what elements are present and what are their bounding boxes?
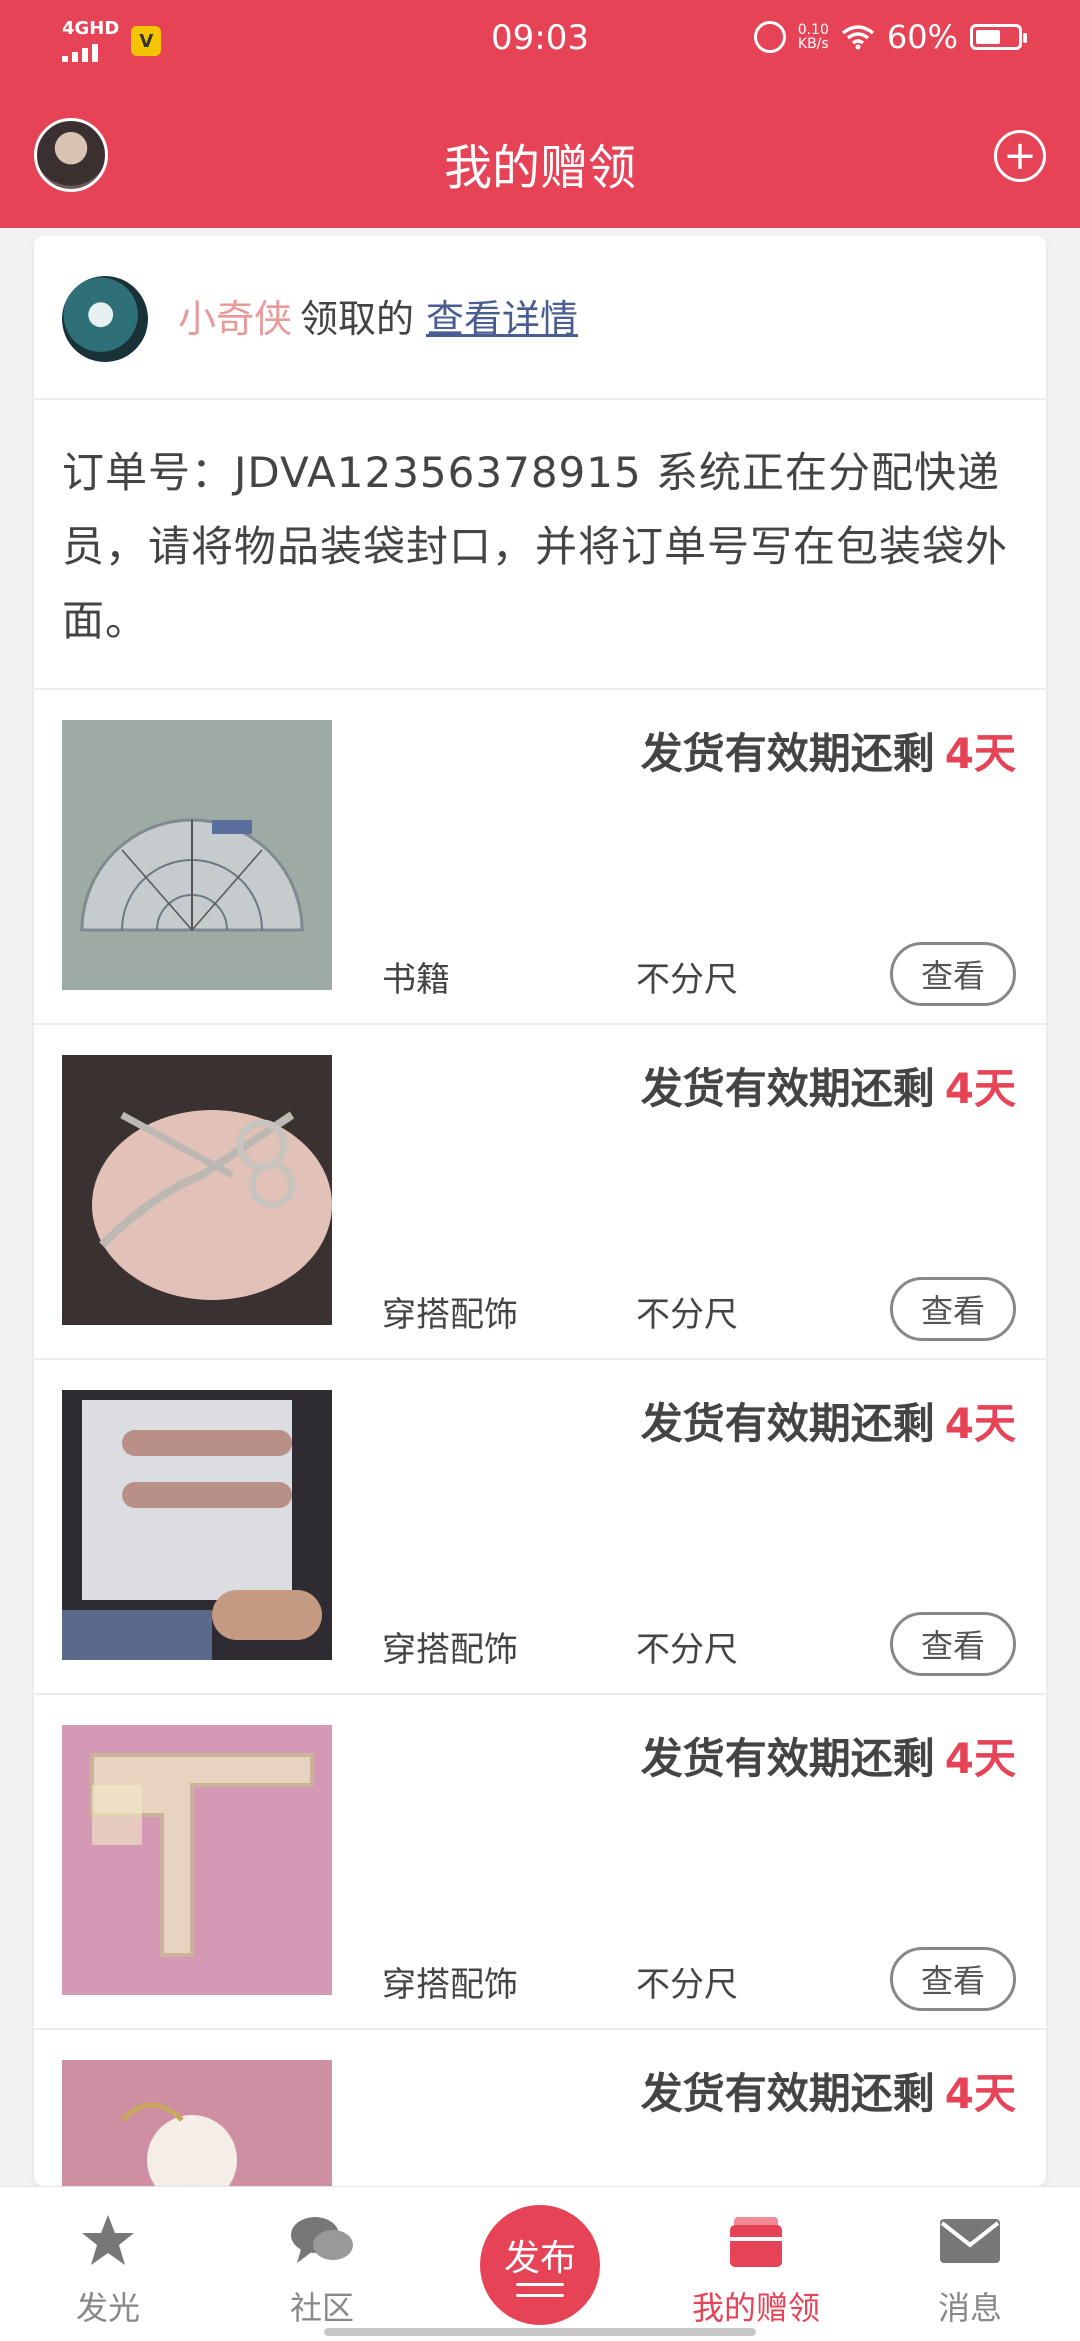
gift-cards-icon: [730, 2217, 782, 2267]
deadline-days: 4天: [944, 1734, 1016, 1783]
item-category: 书籍: [382, 960, 450, 1000]
plus-icon: +: [1003, 133, 1037, 179]
view-button[interactable]: 查看: [890, 942, 1016, 1006]
tab-glow[interactable]: 发光: [8, 2187, 208, 2341]
add-button[interactable]: +: [994, 130, 1046, 182]
envelope-icon: [940, 2219, 1000, 2263]
chat-bubbles-icon: [291, 2217, 353, 2263]
list-item[interactable]: 发货有效期还剩 4天 穿搭配饰 不分尺 查看: [34, 1025, 1046, 1360]
status-bar: 4GHD V 09:03 0.10 KB/s 60%: [0, 0, 1080, 84]
deadline-label: 发货有效期还剩: [640, 1399, 935, 1448]
protractor-image: [62, 720, 332, 990]
home-indicator[interactable]: [324, 2328, 756, 2336]
alarm-icon: [753, 21, 786, 53]
tab-messages[interactable]: 消息: [870, 2187, 1070, 2341]
ship-deadline: 发货有效期还剩 4天: [641, 1390, 1016, 1451]
tab-glow-label: 发光: [75, 2289, 140, 2327]
order-notice: 订单号：JDVA12356378915 系统正在分配快递员，请将物品装袋封口，并…: [34, 400, 1046, 690]
publish-button[interactable]: 发布: [480, 2205, 600, 2325]
ship-deadline: 发货有效期还剩 4天: [641, 720, 1016, 781]
item-size: 不分尺: [636, 1965, 738, 2005]
deadline-label: 发货有效期还剩: [640, 2069, 935, 2118]
network-speed: 0.10 KB/s: [798, 23, 829, 51]
claimer-row: 小奇侠 领取的 查看详情: [34, 236, 1046, 400]
page-title: 我的赠领: [443, 140, 636, 196]
speed-unit: KB/s: [797, 36, 829, 52]
claw-clip-image: [62, 1725, 332, 1995]
item-thumbnail[interactable]: [62, 720, 332, 990]
item-category: 穿搭配饰: [382, 1295, 518, 1335]
tab-my-gifts-label: 我的赠领: [691, 2289, 820, 2327]
battery-percent: 60%: [886, 18, 958, 56]
view-detail-link[interactable]: 查看详情: [426, 297, 578, 341]
top-bar: 4GHD V 09:03 0.10 KB/s 60% 我的赠领 +: [0, 0, 1080, 228]
list-item[interactable]: 发货有效期还剩 4天 书籍 不分尺 查看: [34, 690, 1046, 1025]
claimer-avatar[interactable]: [62, 276, 148, 362]
item-thumbnail[interactable]: [62, 2060, 332, 2186]
hairclip-image: [62, 1390, 332, 1660]
item-size: 不分尺: [636, 960, 738, 1000]
claim-action-text: 领取的: [300, 297, 415, 341]
list-item[interactable]: 发货有效期还剩 4天: [34, 2030, 1046, 2186]
tab-messages-label: 消息: [937, 2289, 1002, 2327]
deadline-days: 4天: [944, 1399, 1016, 1448]
battery-icon: [970, 24, 1027, 50]
publish-label: 发布: [503, 2238, 576, 2279]
deadline-days: 4天: [944, 2069, 1016, 2118]
deadline-label: 发货有效期还剩: [640, 1734, 935, 1783]
item-category: 穿搭配饰: [382, 1630, 518, 1670]
battery-fill: [976, 30, 1000, 44]
item-list: 发货有效期还剩 4天 书籍 不分尺 查看 发货有效期还剩 4天 穿搭配饰 不分尺 查…: [34, 690, 1046, 2186]
view-button[interactable]: 查看: [890, 1612, 1016, 1676]
menu-lines-icon: [516, 2283, 564, 2305]
claimer-line: 小奇侠 领取的 查看详情: [178, 288, 578, 343]
view-button[interactable]: 查看: [890, 1277, 1016, 1341]
hairpin-image: [62, 1055, 332, 1325]
claim-card: 小奇侠 领取的 查看详情 订单号：JDVA12356378915 系统正在分配快递员…: [34, 236, 1046, 2186]
pearl-earring-image: [62, 2060, 332, 2186]
deadline-label: 发货有效期还剩: [640, 729, 935, 778]
list-item[interactable]: 发货有效期还剩 4天 穿搭配饰 不分尺 查看: [34, 1695, 1046, 2030]
tab-community-label: 社区: [289, 2289, 354, 2327]
item-thumbnail[interactable]: [62, 1725, 332, 1995]
star-icon: [82, 2215, 134, 2265]
ship-deadline: 发货有效期还剩 4天: [641, 1725, 1016, 1786]
ship-deadline: 发货有效期还剩 4天: [641, 2060, 1016, 2121]
deadline-days: 4天: [944, 1064, 1016, 1113]
list-item[interactable]: 发货有效期还剩 4天 穿搭配饰 不分尺 查看: [34, 1360, 1046, 1695]
tab-community[interactable]: 社区: [222, 2187, 422, 2341]
claimer-name[interactable]: 小奇侠: [178, 297, 292, 341]
wifi-icon: [841, 25, 874, 50]
view-button[interactable]: 查看: [890, 1947, 1016, 2011]
header: 我的赠领 +: [0, 84, 1080, 228]
deadline-days: 4天: [944, 729, 1016, 778]
deadline-label: 发货有效期还剩: [640, 1064, 935, 1113]
item-size: 不分尺: [636, 1630, 738, 1670]
tab-my-gifts[interactable]: 我的赠领: [656, 2187, 856, 2341]
item-size: 不分尺: [636, 1295, 738, 1335]
ship-deadline: 发货有效期还剩 4天: [641, 1055, 1016, 1116]
status-right: 0.10 KB/s 60%: [753, 18, 1027, 56]
item-thumbnail[interactable]: [62, 1390, 332, 1660]
item-thumbnail[interactable]: [62, 1055, 332, 1325]
item-category: 穿搭配饰: [382, 1965, 518, 2005]
bottom-nav: 发光 社区 发布 我的赠领 消息: [0, 2186, 1080, 2341]
